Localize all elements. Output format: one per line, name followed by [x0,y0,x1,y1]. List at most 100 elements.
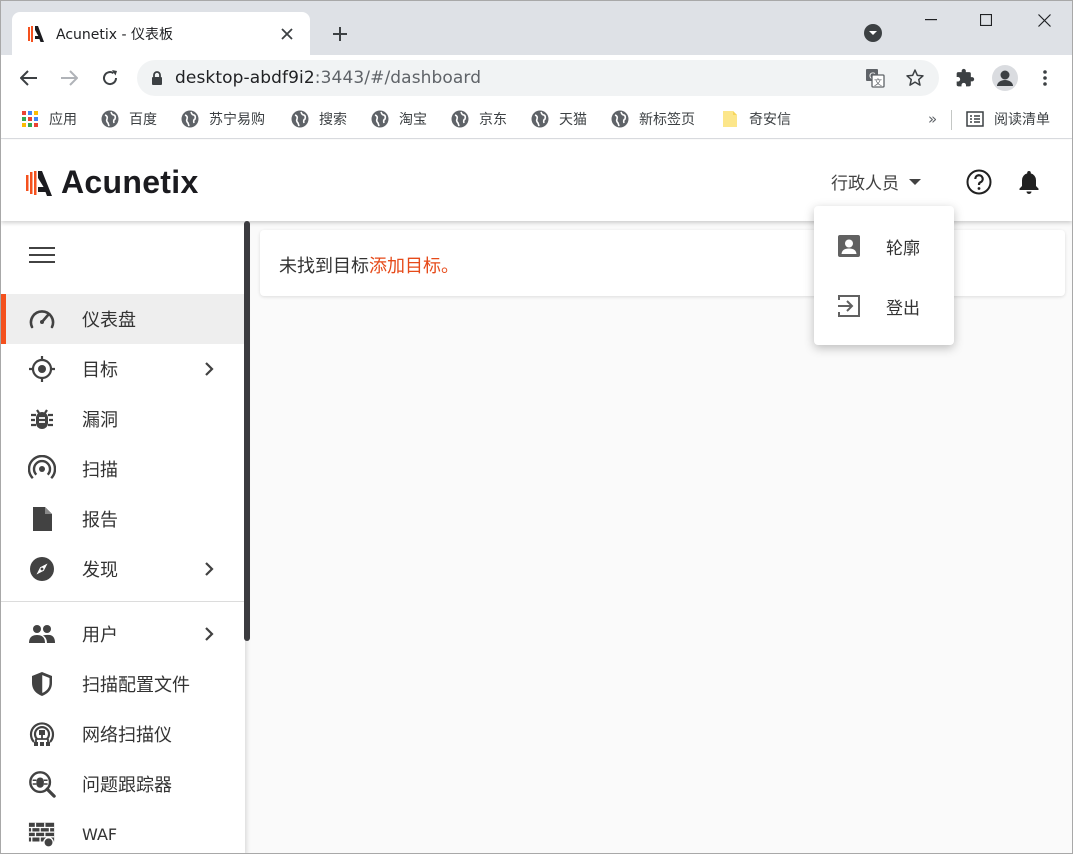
sidebar-item-label: 仪表盘 [82,310,136,331]
scan-signal-icon [28,455,56,483]
acunetix-favicon-icon [28,25,44,42]
dashboard-gauge-icon [28,305,56,333]
bookmarks-overflow-icon[interactable]: » [928,110,937,128]
extensions-puzzle-icon[interactable] [950,63,980,93]
window-close-icon[interactable] [1029,7,1059,33]
browser-tab[interactable]: Acunetix - 仪表板 [12,12,310,55]
bookmark-jd[interactable]: 京东 [451,108,507,130]
bookmark-star-icon[interactable] [904,67,926,89]
bookmark-label: 搜索 [319,112,347,128]
chevron-right-icon [205,362,214,376]
bookmark-baidu[interactable]: 百度 [101,108,157,130]
sidebar-item-label: 扫描 [82,460,118,481]
user-menu-toggle[interactable]: 行政人员 [831,169,921,194]
bookmarks-bar: 应用 百度 苏宁易购 搜索 淘宝 京东 天猫 新标签页 奇安信 » 阅读清单 [1,101,1072,139]
sidebar-item-label: 报告 [82,510,118,531]
sidebar-scrollbar[interactable] [244,221,250,641]
tab-strip: Acunetix - 仪表板 [1,1,1072,55]
sidebar-item-discovery[interactable]: 发现 [1,544,245,594]
bookmark-label: 苏宁易购 [209,112,265,128]
sidebar-item-reports[interactable]: 报告 [1,494,245,544]
bookmark-label: 天猫 [559,112,587,128]
globe-icon [531,110,549,128]
caret-down-icon [909,178,921,185]
users-icon [28,620,56,648]
tab-close-icon[interactable] [276,23,298,45]
firewall-icon [28,820,56,848]
lock-icon [152,70,162,85]
globe-icon [371,110,389,128]
acunetix-logo[interactable]: Acunetix [25,164,199,201]
address-bar[interactable]: desktop-abdf9i2:3443/#/dashboard G文 [137,60,939,96]
tab-title: Acunetix - 仪表板 [56,26,174,43]
menu-item-logout[interactable]: 登出 [814,281,954,331]
sidebar-item-waf[interactable]: WAF [1,809,245,853]
sidebar-nav: 仪表盘 目标 漏洞 扫描 报告 发现 用户 扫描配置文件 网络扫描仪 问题跟踪器… [1,221,245,853]
sidebar-item-users[interactable]: 用户 [1,609,245,659]
sidebar-item-issue-trackers[interactable]: 问题跟踪器 [1,759,245,809]
notifications-bell-icon[interactable] [1015,168,1043,196]
sidebar-item-targets[interactable]: 目标 [1,344,245,394]
add-target-link[interactable]: 添加目标。 [369,256,459,277]
translate-icon[interactable]: G文 [864,67,886,89]
issue-tracker-icon [28,770,56,798]
help-icon[interactable] [965,168,993,196]
hamburger-menu-icon[interactable] [29,247,55,267]
bookmark-apps[interactable]: 应用 [21,108,77,130]
bug-icon [28,405,56,433]
bookmark-suning[interactable]: 苏宁易购 [181,108,265,130]
maximize-icon[interactable] [971,7,1001,33]
logout-icon [836,293,862,319]
apps-grid-icon [21,110,39,128]
globe-icon [611,110,629,128]
sidebar-item-label: 目标 [82,360,118,381]
bookmark-taobao[interactable]: 淘宝 [371,108,427,130]
bookmark-label: 淘宝 [399,112,427,128]
network-scanner-icon [28,720,56,748]
globe-icon [451,110,469,128]
url-text: desktop-abdf9i2:3443/#/dashboard [175,68,482,88]
globe-icon [101,110,119,128]
reload-icon[interactable] [95,63,125,93]
bookmark-label: 百度 [129,112,157,128]
bookmark-tmall[interactable]: 天猫 [531,108,587,130]
minimize-icon[interactable] [916,7,946,33]
report-document-icon [28,505,56,533]
sidebar-item-vulnerabilities[interactable]: 漏洞 [1,394,245,444]
bookmark-newtab[interactable]: 新标签页 [611,108,695,130]
bookmark-label: 新标签页 [639,112,695,128]
reading-list-label: 阅读清单 [994,112,1050,128]
browser-menu-icon[interactable] [1030,63,1060,93]
sidebar-item-network-scanner[interactable]: 网络扫描仪 [1,709,245,759]
bookmark-qianxin[interactable]: 奇安信 [721,108,791,130]
chevron-right-icon [205,627,214,641]
folder-icon [721,110,739,128]
empty-targets-message: 未找到目标添加目标。 [279,252,459,278]
target-crosshair-icon [28,355,56,383]
browser-window: Acunetix - 仪表板 desktop-abdf9i2:3443/#/da… [0,0,1073,854]
sidebar-item-label: 问题跟踪器 [82,775,172,796]
profile-avatar-icon[interactable] [990,63,1020,93]
sidebar-item-scan-profiles[interactable]: 扫描配置文件 [1,659,245,709]
menu-item-label: 轮廓 [886,238,920,259]
bookmark-search[interactable]: 搜索 [291,108,347,130]
new-tab-icon[interactable] [327,21,353,47]
user-dropdown-menu: 轮廓 登出 [814,206,954,345]
shield-icon [28,670,56,698]
sidebar-item-dashboard[interactable]: 仪表盘 [1,294,245,344]
reading-list-icon [966,110,984,128]
tab-search-icon[interactable] [863,23,885,45]
sidebar-item-label: 漏洞 [82,410,118,431]
menu-item-profile[interactable]: 轮廓 [814,221,954,271]
profile-icon [836,233,862,259]
forward-icon[interactable] [54,63,84,93]
sidebar-item-label: 发现 [82,560,118,581]
sidebar-item-label: 网络扫描仪 [82,725,172,746]
reading-list[interactable]: 阅读清单 [966,108,1050,130]
globe-icon [181,110,199,128]
sidebar-divider [1,601,245,602]
compass-icon [28,555,56,583]
acunetix-logo-icon [26,170,52,196]
back-icon[interactable] [14,63,44,93]
sidebar-item-scans[interactable]: 扫描 [1,444,245,494]
